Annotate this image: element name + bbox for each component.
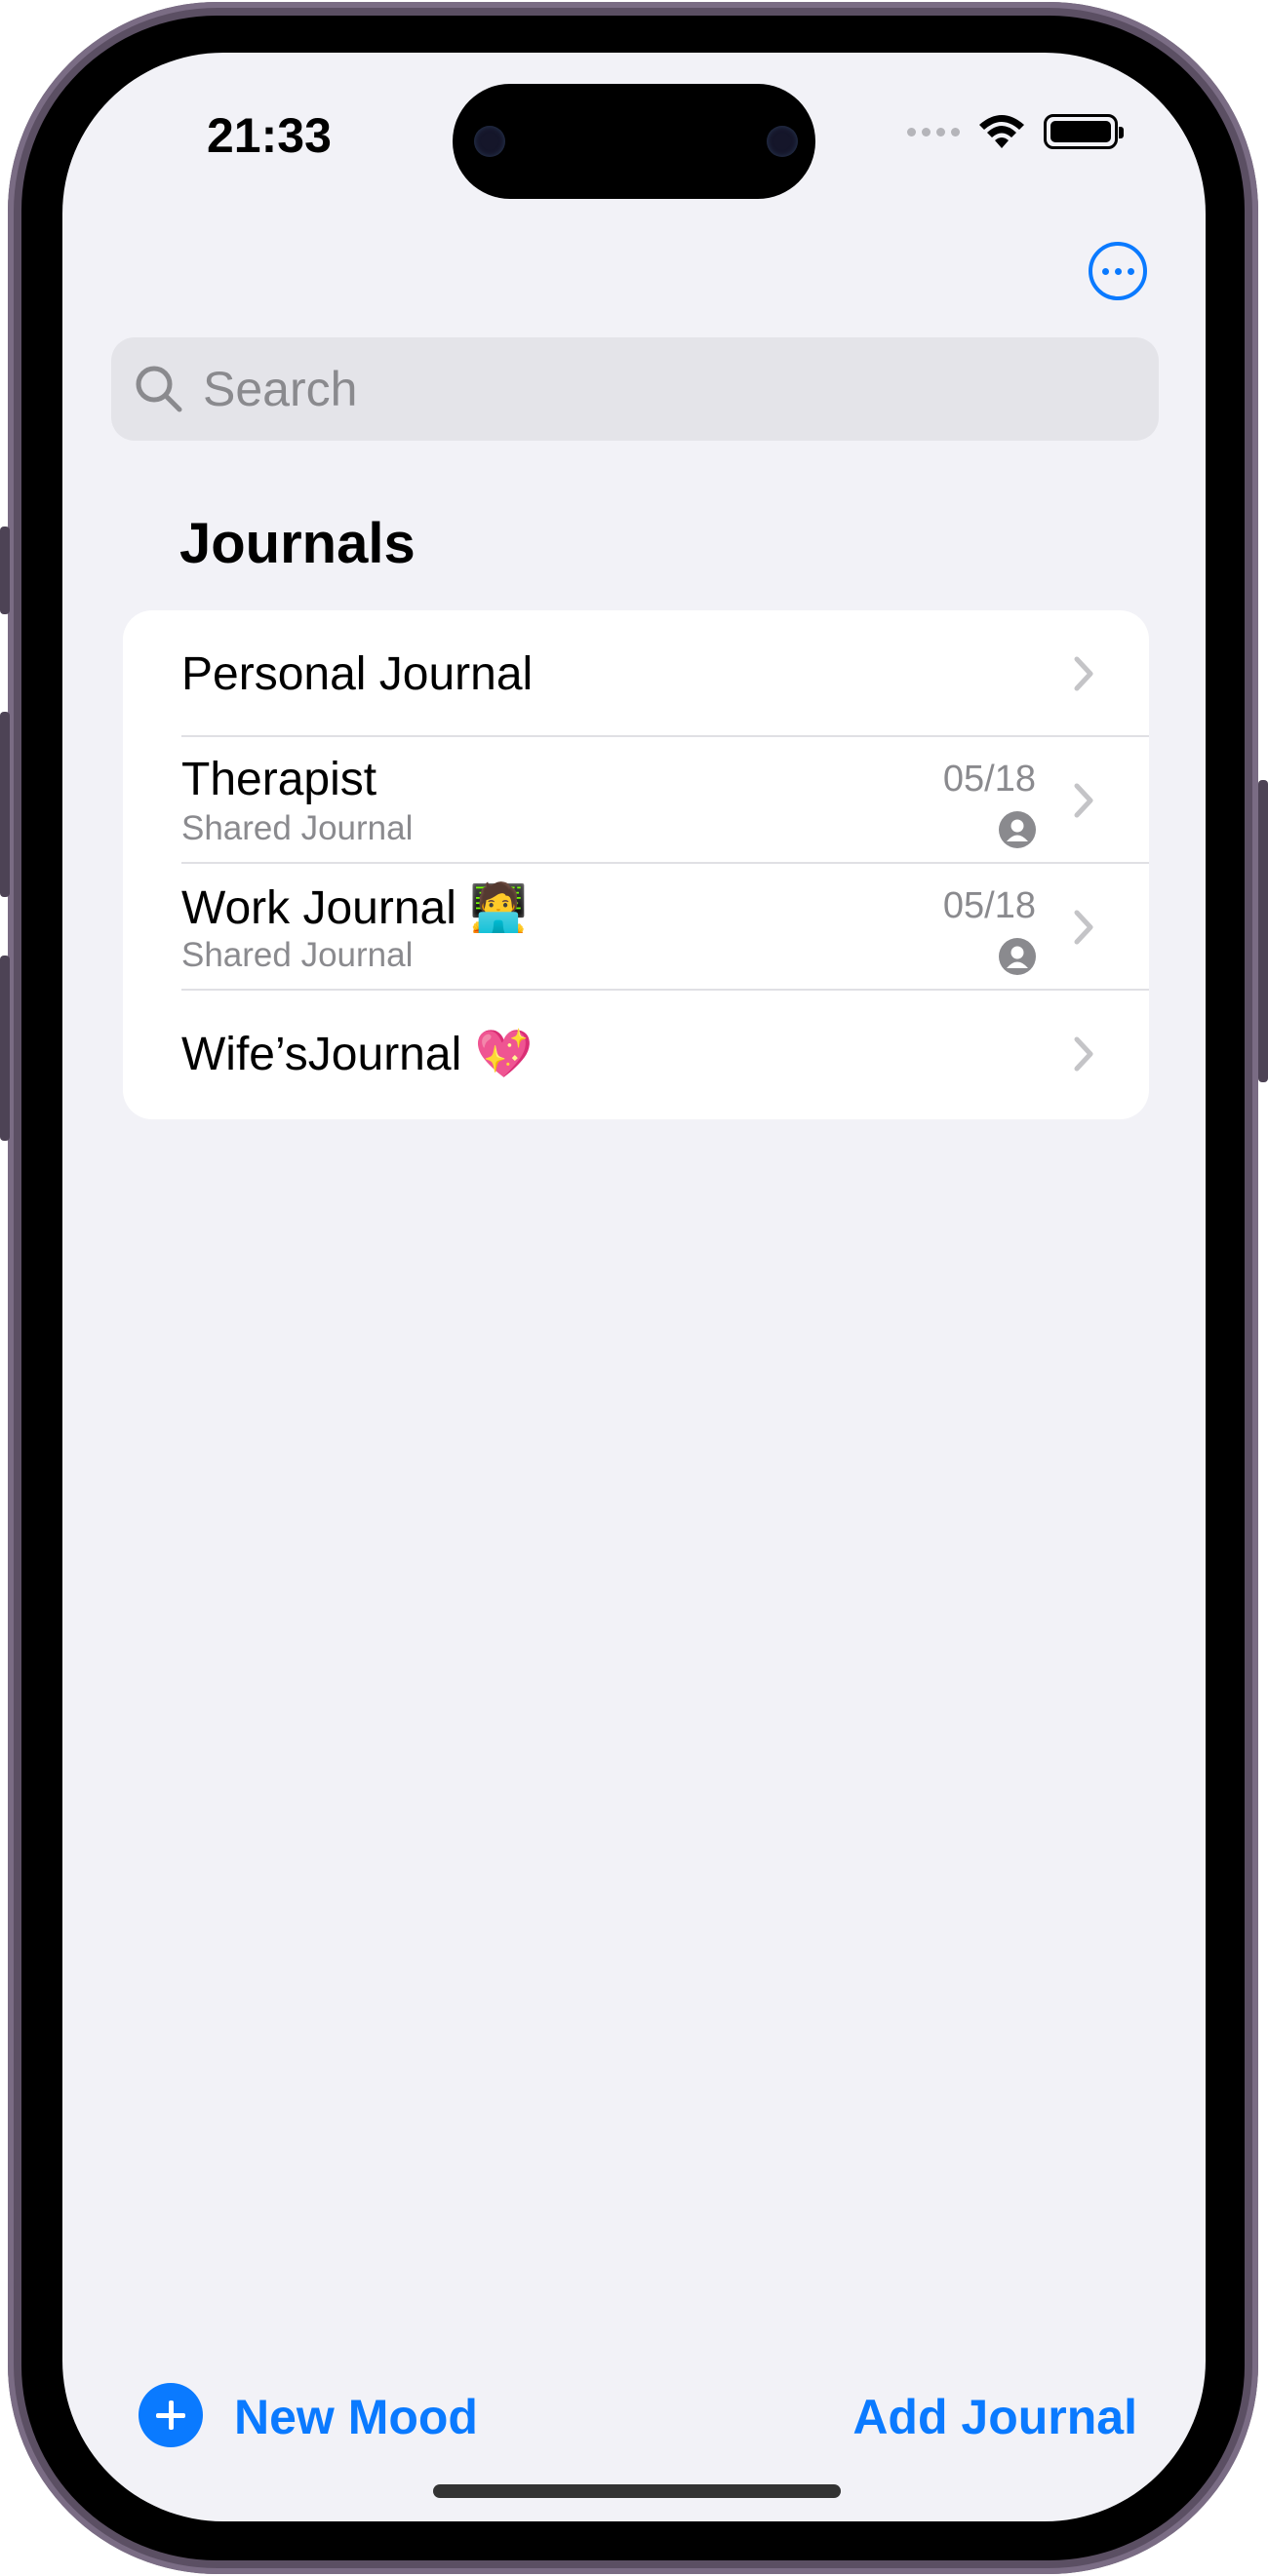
camera-icon [474,126,505,157]
volume-up-button [0,712,10,897]
journal-subtitle: Shared Journal [181,936,414,974]
journal-title: Personal Journal [181,648,534,700]
new-mood-button[interactable]: New Mood [234,2389,478,2445]
add-journal-button[interactable]: Add Journal [852,2389,1137,2445]
journal-row-work[interactable]: Work Journal 🧑‍💻 Shared Journal 05/18 [123,864,1149,991]
journal-row-personal[interactable]: Personal Journal [123,610,1149,737]
plus-circle-icon[interactable] [139,2383,203,2447]
journal-title: Work Journal 🧑‍💻 [181,882,528,934]
home-indicator[interactable] [433,2484,841,2498]
journal-date: 05/18 [942,759,1036,800]
chevron-right-icon [1074,1036,1093,1072]
journal-row-wife[interactable]: Wife’sJournal 💖 [123,991,1149,1117]
status-time: 21:33 [207,108,332,163]
journal-row-therapist[interactable]: Therapist Shared Journal 05/18 [123,737,1149,864]
section-title: Journals [179,512,416,575]
person-icon [999,811,1036,848]
person-icon [999,938,1036,975]
more-options-button[interactable] [1089,242,1147,300]
more-icon [1101,267,1109,275]
search-placeholder: Search [203,362,358,416]
screen: 21:33 Search Journals Personal Journal T… [62,53,1206,2521]
search-icon [136,366,182,412]
search-input[interactable]: Search [111,337,1159,441]
journal-subtitle: Shared Journal [181,809,414,847]
chevron-right-icon [1074,783,1093,818]
journal-date: 05/18 [942,885,1036,926]
bottom-toolbar: New Mood Add Journal [62,2383,1206,2461]
chevron-right-icon [1074,910,1093,945]
sensor-icon [767,126,798,157]
journal-title: Therapist [181,754,377,805]
battery-icon [1044,114,1124,149]
dynamic-island [453,84,815,199]
action-button [0,527,10,614]
status-icons [907,113,1124,150]
volume-down-button [0,956,10,1141]
journal-title: Wife’sJournal 💖 [181,1029,534,1080]
chevron-right-icon [1074,656,1093,691]
wifi-icon [979,115,1024,148]
signal-icon [907,127,960,137]
power-button [1258,780,1268,1082]
journal-list: Personal Journal Therapist Shared Journa… [123,610,1149,1119]
